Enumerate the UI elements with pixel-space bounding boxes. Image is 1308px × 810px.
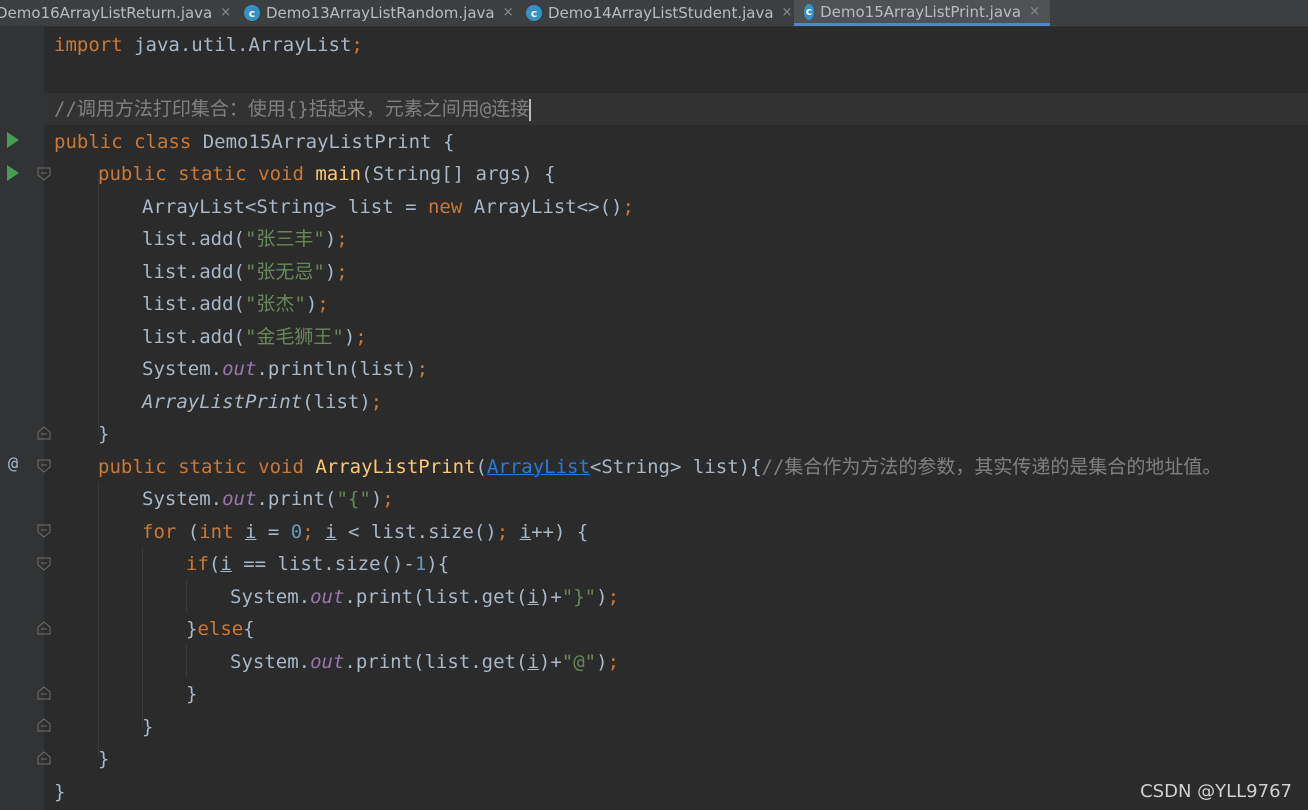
- indent-guide: [98, 482, 99, 758]
- fold-close-icon[interactable]: [37, 426, 51, 440]
- code-line-class-decl: public class Demo15ArrayListPrint {: [54, 131, 455, 153]
- fold-open-icon[interactable]: [37, 459, 51, 473]
- text-caret: [529, 98, 532, 121]
- code-line-comment: //调用方法打印集合：使用{}括起来，元素之间用@连接: [44, 93, 1308, 125]
- code-line-close-brace: }: [186, 683, 198, 705]
- close-icon[interactable]: ×: [220, 1, 231, 25]
- tab-demo16[interactable]: Demo16ArrayListReturn.java ×: [0, 0, 231, 26]
- code-editor[interactable]: import java.util.ArrayList; //调用方法打印集合：使…: [44, 27, 1308, 810]
- code-line-add: list.add("张三丰");: [142, 228, 348, 250]
- tab-demo14[interactable]: c Demo14ArrayListStudent.java ×: [526, 0, 792, 26]
- code-line-print-last: System.out.print(list.get(i)+"}");: [230, 586, 620, 608]
- code-line-close-brace: }: [98, 748, 110, 770]
- code-line-print-open: System.out.print("{");: [142, 488, 394, 510]
- code-line-println: System.out.println(list);: [142, 358, 429, 380]
- fold-open-icon[interactable]: [37, 167, 51, 181]
- code-line-add: list.add("张杰");: [142, 293, 329, 315]
- close-icon[interactable]: ×: [503, 1, 514, 25]
- annotation-at-icon[interactable]: @: [5, 454, 21, 474]
- code-line-close-brace: }: [54, 781, 66, 803]
- java-class-icon: c: [526, 5, 542, 21]
- java-class-icon: c: [804, 3, 815, 20]
- code-line-if: if(i == list.size()-1){: [186, 553, 450, 575]
- tab-label: Demo13ArrayListRandom.java: [266, 4, 495, 22]
- indent-guide: [186, 645, 187, 677]
- csdn-watermark: CSDN @YLL9767: [1140, 781, 1292, 802]
- fold-open-icon[interactable]: [37, 557, 51, 571]
- code-line-else: }else{: [186, 618, 255, 640]
- editor-gutter: @: [0, 27, 51, 810]
- code-line-print-item: System.out.print(list.get(i)+"@");: [230, 651, 620, 673]
- tab-label: Demo16ArrayListReturn.java: [0, 4, 213, 22]
- close-icon[interactable]: ×: [782, 1, 793, 25]
- java-class-icon: c: [244, 5, 260, 21]
- fold-close-icon[interactable]: [37, 718, 51, 732]
- editor-tab-bar: Demo16ArrayListReturn.java × c Demo13Arr…: [0, 0, 1308, 27]
- code-line-import: import java.util.ArrayList;: [54, 34, 363, 56]
- fold-close-icon[interactable]: [37, 686, 51, 700]
- code-line-add: list.add("金毛狮王");: [142, 326, 367, 348]
- code-line-method-call: ArrayListPrint(list);: [142, 391, 383, 413]
- code-line-main-decl: public static void main(String[] args) {: [98, 163, 556, 185]
- run-main-icon[interactable]: [5, 163, 21, 183]
- tab-label: Demo14ArrayListStudent.java: [548, 4, 774, 22]
- code-line-close-brace: }: [98, 423, 110, 445]
- indent-guide: [142, 547, 143, 727]
- tab-label: Demo15ArrayListPrint.java: [820, 2, 1022, 21]
- code-line-add: list.add("张无忌");: [142, 261, 348, 283]
- run-class-icon[interactable]: [5, 130, 21, 150]
- indent-guide: [186, 580, 187, 612]
- fold-open-icon[interactable]: [37, 524, 51, 538]
- code-line-close-brace: }: [142, 716, 154, 738]
- code-line-method-decl: public static void ArrayListPrint(ArrayL…: [98, 456, 1222, 478]
- fold-close-icon[interactable]: [37, 621, 51, 635]
- tab-demo15[interactable]: c Demo15ArrayListPrint.java ×: [794, 0, 1050, 26]
- fold-close-icon[interactable]: [37, 751, 51, 765]
- close-icon[interactable]: ×: [1029, 0, 1040, 24]
- tab-demo13[interactable]: c Demo13ArrayListRandom.java ×: [244, 0, 513, 26]
- code-line-list-decl: ArrayList<String> list = new ArrayList<>…: [142, 196, 634, 218]
- indent-guide: [98, 177, 99, 435]
- code-line-for: for (int i = 0; i < list.size(); i++) {: [142, 521, 589, 543]
